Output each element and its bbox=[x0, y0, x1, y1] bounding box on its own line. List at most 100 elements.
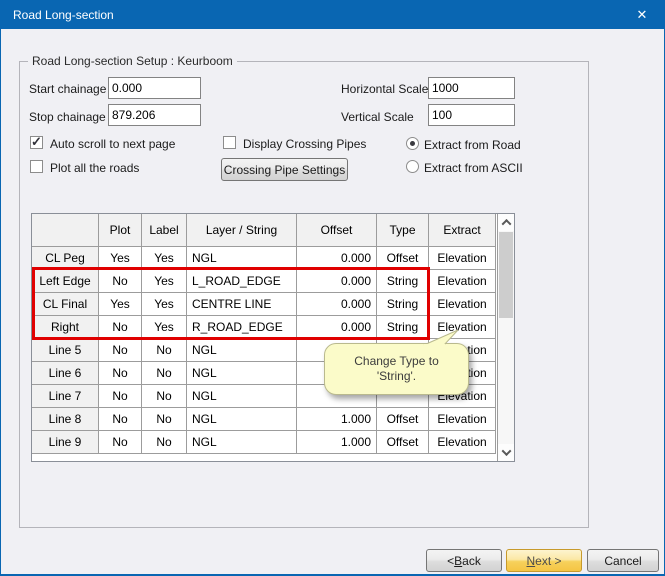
row-header-cell[interactable]: Line 6 bbox=[32, 362, 99, 385]
row-header-cell[interactable]: CL Final bbox=[32, 293, 99, 316]
grid-cell[interactable]: No bbox=[142, 431, 187, 454]
column-header bbox=[32, 214, 99, 247]
grid-cell[interactable]: No bbox=[99, 316, 142, 339]
grid-cell[interactable]: NGL bbox=[187, 247, 297, 270]
row-header-cell[interactable]: Right bbox=[32, 316, 99, 339]
auto-scroll-checkbox[interactable]: ✓ bbox=[30, 136, 43, 149]
start-chainage-input[interactable] bbox=[108, 77, 201, 99]
grid-cell[interactable]: Elevation bbox=[429, 247, 496, 270]
grid-cell[interactable]: Offset bbox=[377, 408, 429, 431]
table-row: Line 8NoNoNGL1.000OffsetElevation bbox=[32, 408, 496, 431]
grid-cell[interactable]: 1.000 bbox=[297, 408, 377, 431]
table-row: Line 9NoNoNGL1.000OffsetElevation bbox=[32, 431, 496, 454]
grid-cell[interactable]: No bbox=[99, 431, 142, 454]
row-header-cell[interactable]: Line 5 bbox=[32, 339, 99, 362]
checkmark-icon: ✓ bbox=[31, 134, 42, 150]
grid-cell[interactable]: No bbox=[142, 408, 187, 431]
column-header: Extract bbox=[429, 214, 496, 247]
grid-cell[interactable]: R_ROAD_EDGE bbox=[187, 316, 297, 339]
groupbox-title: Road Long-section Setup : Keurboom bbox=[28, 54, 237, 68]
plot-all-roads-checkbox[interactable]: ✓ bbox=[30, 160, 43, 173]
grid-cell[interactable]: Elevation bbox=[429, 408, 496, 431]
row-header-cell[interactable]: Line 7 bbox=[32, 385, 99, 408]
grid-cell[interactable]: NGL bbox=[187, 431, 297, 454]
grid-cell[interactable]: Yes bbox=[99, 247, 142, 270]
extract-from-road-radio[interactable] bbox=[406, 137, 419, 150]
display-crossing-pipes-label[interactable]: Display Crossing Pipes bbox=[243, 137, 366, 152]
scroll-down-button[interactable] bbox=[498, 444, 514, 461]
table-row: CL FinalYesYesCENTRE LINE0.000StringElev… bbox=[32, 293, 496, 316]
table-scrollbar[interactable] bbox=[497, 214, 514, 461]
next-button[interactable]: Next > bbox=[506, 549, 582, 572]
title-bar: Road Long-section ✕ bbox=[1, 1, 664, 29]
grid-cell[interactable]: Elevation bbox=[429, 293, 496, 316]
back-button[interactable]: < Back bbox=[426, 549, 502, 572]
scroll-up-button[interactable] bbox=[498, 214, 514, 231]
start-chainage-label: Start chainage bbox=[29, 82, 106, 97]
plot-all-roads-label[interactable]: Plot all the roads bbox=[50, 161, 139, 176]
grid-cell[interactable]: No bbox=[142, 385, 187, 408]
callout-text-line1: Change Type to bbox=[354, 354, 439, 369]
row-header-cell[interactable]: Line 9 bbox=[32, 431, 99, 454]
grid-cell[interactable]: 0.000 bbox=[297, 316, 377, 339]
grid-cell[interactable]: Yes bbox=[99, 293, 142, 316]
grid-cell[interactable]: Elevation bbox=[429, 270, 496, 293]
display-crossing-pipes-checkbox[interactable]: ✓ bbox=[223, 136, 236, 149]
row-header-cell[interactable]: CL Peg bbox=[32, 247, 99, 270]
scroll-up-icon bbox=[501, 219, 511, 229]
grid-cell[interactable]: Yes bbox=[142, 247, 187, 270]
crossing-pipe-settings-button[interactable]: Crossing Pipe Settings bbox=[221, 158, 348, 181]
grid-cell[interactable]: Offset bbox=[377, 247, 429, 270]
column-header: Offset bbox=[297, 214, 377, 247]
grid-cell[interactable]: No bbox=[142, 339, 187, 362]
grid-cell[interactable]: L_ROAD_EDGE bbox=[187, 270, 297, 293]
stop-chainage-label: Stop chainage bbox=[29, 110, 106, 125]
grid-cell[interactable]: No bbox=[99, 270, 142, 293]
close-button[interactable]: ✕ bbox=[622, 1, 662, 29]
extract-from-road-label[interactable]: Extract from Road bbox=[424, 138, 521, 153]
column-header: Layer / String bbox=[187, 214, 297, 247]
callout-text-line2: 'String'. bbox=[377, 369, 416, 384]
window-title: Road Long-section bbox=[1, 8, 114, 22]
cancel-button[interactable]: Cancel bbox=[587, 549, 659, 572]
grid-cell[interactable]: String bbox=[377, 293, 429, 316]
callout-tail bbox=[418, 329, 460, 346]
grid-cell[interactable]: Yes bbox=[142, 316, 187, 339]
grid-cell[interactable]: No bbox=[99, 362, 142, 385]
grid-cell[interactable]: 0.000 bbox=[297, 247, 377, 270]
row-header-cell[interactable]: Left Edge bbox=[32, 270, 99, 293]
grid-cell[interactable]: NGL bbox=[187, 362, 297, 385]
grid-cell[interactable]: 0.000 bbox=[297, 293, 377, 316]
grid-cell[interactable]: 1.000 bbox=[297, 431, 377, 454]
stop-chainage-input[interactable] bbox=[108, 104, 201, 126]
grid-cell[interactable]: No bbox=[99, 408, 142, 431]
grid-cell[interactable]: No bbox=[99, 385, 142, 408]
column-header: Label bbox=[142, 214, 187, 247]
scroll-down-icon bbox=[501, 446, 511, 456]
close-icon: ✕ bbox=[637, 7, 648, 23]
auto-scroll-label[interactable]: Auto scroll to next page bbox=[50, 137, 175, 152]
grid-cell[interactable]: String bbox=[377, 270, 429, 293]
horizontal-scale-input[interactable] bbox=[428, 77, 515, 99]
vertical-scale-label: Vertical Scale bbox=[341, 110, 414, 125]
grid-cell[interactable]: CENTRE LINE bbox=[187, 293, 297, 316]
grid-cell[interactable]: No bbox=[142, 362, 187, 385]
grid-cell[interactable]: NGL bbox=[187, 339, 297, 362]
grid-cell[interactable]: No bbox=[99, 339, 142, 362]
grid-cell[interactable]: Yes bbox=[142, 293, 187, 316]
grid-cell[interactable]: NGL bbox=[187, 408, 297, 431]
callout-bubble: Change Type to 'String'. bbox=[324, 343, 469, 395]
extract-from-ascii-radio[interactable] bbox=[406, 160, 419, 173]
vertical-scale-input[interactable] bbox=[428, 104, 515, 126]
grid-cell[interactable]: 0.000 bbox=[297, 270, 377, 293]
scrollbar-thumb[interactable] bbox=[499, 232, 513, 318]
grid-cell[interactable]: Offset bbox=[377, 431, 429, 454]
grid-cell[interactable]: Yes bbox=[142, 270, 187, 293]
table-row: CL PegYesYesNGL0.000OffsetElevation bbox=[32, 247, 496, 270]
row-header-cell[interactable]: Line 8 bbox=[32, 408, 99, 431]
road-long-section-dialog: Road Long-section ✕ Road Long-section Se… bbox=[0, 0, 665, 576]
grid-cell[interactable]: NGL bbox=[187, 385, 297, 408]
extract-from-ascii-label[interactable]: Extract from ASCII bbox=[424, 161, 523, 176]
grid-cell[interactable]: Elevation bbox=[429, 431, 496, 454]
column-header: Type bbox=[377, 214, 429, 247]
